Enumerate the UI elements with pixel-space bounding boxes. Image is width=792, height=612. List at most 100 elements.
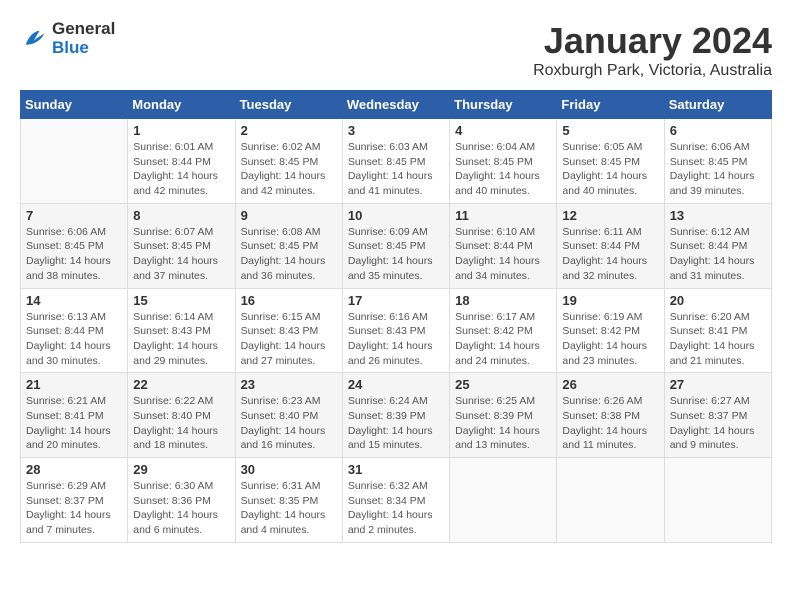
calendar-cell: 1 Sunrise: 6:01 AMSunset: 8:44 PMDaylight… <box>128 119 235 204</box>
day-number: 1 <box>133 123 229 138</box>
day-info: Sunrise: 6:30 AMSunset: 8:36 PMDaylight:… <box>133 479 229 538</box>
weekday-header-saturday: Saturday <box>664 91 771 119</box>
calendar-title: January 2024 <box>533 20 772 62</box>
title-block: January 2024 Roxburgh Park, Victoria, Au… <box>533 20 772 80</box>
day-info: Sunrise: 6:24 AMSunset: 8:39 PMDaylight:… <box>348 394 444 453</box>
calendar-cell: 27 Sunrise: 6:27 AMSunset: 8:37 PMDayligh… <box>664 373 771 458</box>
day-number: 9 <box>241 208 337 223</box>
day-number: 27 <box>670 377 766 392</box>
day-info: Sunrise: 6:17 AMSunset: 8:42 PMDaylight:… <box>455 310 551 369</box>
day-number: 20 <box>670 293 766 308</box>
calendar-cell: 25 Sunrise: 6:25 AMSunset: 8:39 PMDayligh… <box>450 373 557 458</box>
logo-text: General Blue <box>52 20 115 57</box>
day-number: 30 <box>241 462 337 477</box>
day-number: 10 <box>348 208 444 223</box>
day-info: Sunrise: 6:23 AMSunset: 8:40 PMDaylight:… <box>241 394 337 453</box>
calendar-cell: 31 Sunrise: 6:32 AMSunset: 8:34 PMDayligh… <box>342 458 449 543</box>
day-info: Sunrise: 6:21 AMSunset: 8:41 PMDaylight:… <box>26 394 122 453</box>
day-info: Sunrise: 6:11 AMSunset: 8:44 PMDaylight:… <box>562 225 658 284</box>
day-info: Sunrise: 6:14 AMSunset: 8:43 PMDaylight:… <box>133 310 229 369</box>
day-number: 28 <box>26 462 122 477</box>
weekday-header-thursday: Thursday <box>450 91 557 119</box>
calendar-cell: 15 Sunrise: 6:14 AMSunset: 8:43 PMDayligh… <box>128 288 235 373</box>
calendar-cell: 9 Sunrise: 6:08 AMSunset: 8:45 PMDaylight… <box>235 203 342 288</box>
day-info: Sunrise: 6:05 AMSunset: 8:45 PMDaylight:… <box>562 140 658 199</box>
calendar-cell <box>450 458 557 543</box>
weekday-header-wednesday: Wednesday <box>342 91 449 119</box>
day-number: 5 <box>562 123 658 138</box>
day-number: 11 <box>455 208 551 223</box>
calendar-week-row: 7Sunrise: 6:06 AMSunset: 8:45 PMDaylight… <box>21 203 772 288</box>
calendar-cell: 18 Sunrise: 6:17 AMSunset: 8:42 PMDayligh… <box>450 288 557 373</box>
day-number: 3 <box>348 123 444 138</box>
day-number: 14 <box>26 293 122 308</box>
weekday-header-friday: Friday <box>557 91 664 119</box>
calendar-cell: 3 Sunrise: 6:03 AMSunset: 8:45 PMDaylight… <box>342 119 449 204</box>
calendar-cell: 11 Sunrise: 6:10 AMSunset: 8:44 PMDayligh… <box>450 203 557 288</box>
calendar-cell: 28 Sunrise: 6:29 AMSunset: 8:37 PMDayligh… <box>21 458 128 543</box>
day-info: Sunrise: 6:01 AMSunset: 8:44 PMDaylight:… <box>133 140 229 199</box>
calendar-cell: 19 Sunrise: 6:19 AMSunset: 8:42 PMDayligh… <box>557 288 664 373</box>
day-info: Sunrise: 6:04 AMSunset: 8:45 PMDaylight:… <box>455 140 551 199</box>
day-info: Sunrise: 6:03 AMSunset: 8:45 PMDaylight:… <box>348 140 444 199</box>
day-number: 15 <box>133 293 229 308</box>
calendar-cell: 29 Sunrise: 6:30 AMSunset: 8:36 PMDayligh… <box>128 458 235 543</box>
day-info: Sunrise: 6:16 AMSunset: 8:43 PMDaylight:… <box>348 310 444 369</box>
weekday-header-tuesday: Tuesday <box>235 91 342 119</box>
day-number: 31 <box>348 462 444 477</box>
day-number: 12 <box>562 208 658 223</box>
calendar-cell: 24 Sunrise: 6:24 AMSunset: 8:39 PMDayligh… <box>342 373 449 458</box>
day-number: 22 <box>133 377 229 392</box>
calendar-cell: 2 Sunrise: 6:02 AMSunset: 8:45 PMDaylight… <box>235 119 342 204</box>
calendar-cell: 12 Sunrise: 6:11 AMSunset: 8:44 PMDayligh… <box>557 203 664 288</box>
calendar-cell: 20 Sunrise: 6:20 AMSunset: 8:41 PMDayligh… <box>664 288 771 373</box>
day-number: 2 <box>241 123 337 138</box>
day-info: Sunrise: 6:12 AMSunset: 8:44 PMDaylight:… <box>670 225 766 284</box>
day-number: 16 <box>241 293 337 308</box>
weekday-header-row: SundayMondayTuesdayWednesdayThursdayFrid… <box>21 91 772 119</box>
day-number: 26 <box>562 377 658 392</box>
calendar-cell <box>664 458 771 543</box>
day-number: 17 <box>348 293 444 308</box>
calendar-week-row: 1 Sunrise: 6:01 AMSunset: 8:44 PMDaylight… <box>21 119 772 204</box>
calendar-cell: 14Sunrise: 6:13 AMSunset: 8:44 PMDayligh… <box>21 288 128 373</box>
calendar-cell: 22 Sunrise: 6:22 AMSunset: 8:40 PMDayligh… <box>128 373 235 458</box>
day-number: 25 <box>455 377 551 392</box>
day-number: 4 <box>455 123 551 138</box>
day-number: 8 <box>133 208 229 223</box>
day-info: Sunrise: 6:06 AMSunset: 8:45 PMDaylight:… <box>26 225 122 284</box>
day-info: Sunrise: 6:10 AMSunset: 8:44 PMDaylight:… <box>455 225 551 284</box>
day-info: Sunrise: 6:29 AMSunset: 8:37 PMDaylight:… <box>26 479 122 538</box>
day-info: Sunrise: 6:15 AMSunset: 8:43 PMDaylight:… <box>241 310 337 369</box>
calendar-week-row: 21Sunrise: 6:21 AMSunset: 8:41 PMDayligh… <box>21 373 772 458</box>
day-info: Sunrise: 6:32 AMSunset: 8:34 PMDaylight:… <box>348 479 444 538</box>
calendar-cell: 8 Sunrise: 6:07 AMSunset: 8:45 PMDaylight… <box>128 203 235 288</box>
day-info: Sunrise: 6:20 AMSunset: 8:41 PMDaylight:… <box>670 310 766 369</box>
day-info: Sunrise: 6:27 AMSunset: 8:37 PMDaylight:… <box>670 394 766 453</box>
weekday-header-monday: Monday <box>128 91 235 119</box>
calendar-cell: 5 Sunrise: 6:05 AMSunset: 8:45 PMDaylight… <box>557 119 664 204</box>
logo-bird-icon <box>20 25 48 53</box>
calendar-cell: 6Sunrise: 6:06 AMSunset: 8:45 PMDaylight… <box>664 119 771 204</box>
calendar-cell <box>21 119 128 204</box>
header: General Blue January 2024 Roxburgh Park,… <box>20 20 772 80</box>
calendar-cell: 21Sunrise: 6:21 AMSunset: 8:41 PMDayligh… <box>21 373 128 458</box>
day-number: 24 <box>348 377 444 392</box>
calendar-cell: 23 Sunrise: 6:23 AMSunset: 8:40 PMDayligh… <box>235 373 342 458</box>
day-info: Sunrise: 6:08 AMSunset: 8:45 PMDaylight:… <box>241 225 337 284</box>
day-info: Sunrise: 6:07 AMSunset: 8:45 PMDaylight:… <box>133 225 229 284</box>
calendar-week-row: 14Sunrise: 6:13 AMSunset: 8:44 PMDayligh… <box>21 288 772 373</box>
calendar-cell: 10 Sunrise: 6:09 AMSunset: 8:45 PMDayligh… <box>342 203 449 288</box>
day-info: Sunrise: 6:02 AMSunset: 8:45 PMDaylight:… <box>241 140 337 199</box>
day-number: 19 <box>562 293 658 308</box>
day-number: 18 <box>455 293 551 308</box>
day-info: Sunrise: 6:22 AMSunset: 8:40 PMDaylight:… <box>133 394 229 453</box>
day-info: Sunrise: 6:25 AMSunset: 8:39 PMDaylight:… <box>455 394 551 453</box>
calendar-cell: 30Sunrise: 6:31 AMSunset: 8:35 PMDayligh… <box>235 458 342 543</box>
day-number: 29 <box>133 462 229 477</box>
calendar-week-row: 28 Sunrise: 6:29 AMSunset: 8:37 PMDayligh… <box>21 458 772 543</box>
day-number: 23 <box>241 377 337 392</box>
day-info: Sunrise: 6:19 AMSunset: 8:42 PMDaylight:… <box>562 310 658 369</box>
calendar-cell: 16 Sunrise: 6:15 AMSunset: 8:43 PMDayligh… <box>235 288 342 373</box>
day-info: Sunrise: 6:09 AMSunset: 8:45 PMDaylight:… <box>348 225 444 284</box>
